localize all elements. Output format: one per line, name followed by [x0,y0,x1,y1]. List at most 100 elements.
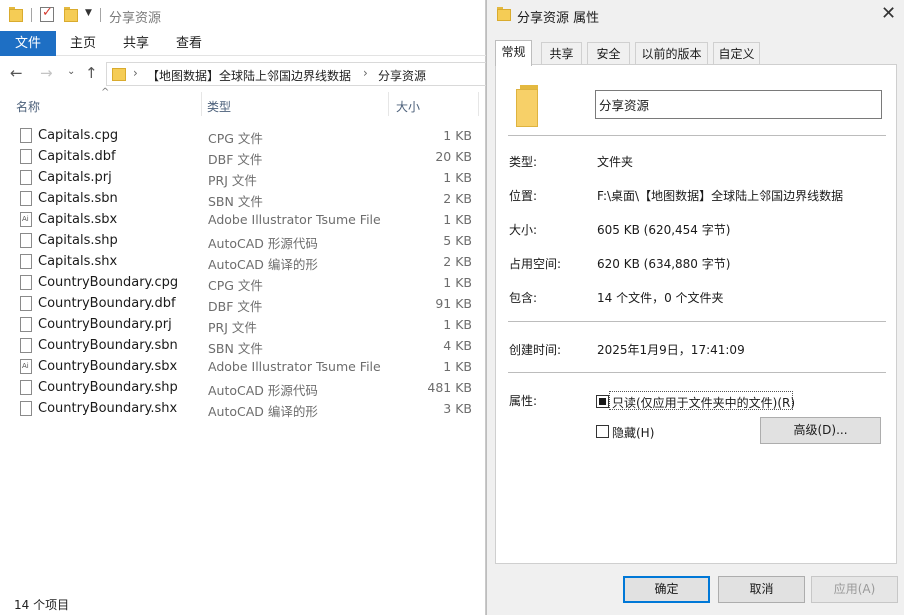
file-icon [20,338,32,353]
type-label: 类型: [509,155,538,169]
file-row[interactable]: Capitals.shx AutoCAD 编译的形 2 KB [0,251,486,272]
readonly-label[interactable]: 只读(仅应用于文件夹中的文件)(R) [612,394,795,411]
hidden-checkbox[interactable] [596,425,609,438]
file-size: 1 KB [443,212,472,227]
ok-button[interactable]: 确定 [623,576,710,603]
ribbon: 文件 主页 共享 查看 [0,31,486,56]
file-name[interactable]: Capitals.dbf [38,149,116,164]
file-type: AutoCAD 编译的形 [208,257,318,272]
file-row[interactable]: CountryBoundary.shx AutoCAD 编译的形 3 KB [0,398,486,419]
contains-value: 14 个文件，0 个文件夹 [597,291,724,305]
hidden-label[interactable]: 隐藏(H) [612,424,654,441]
ribbon-tab-view[interactable]: 查看 [176,31,202,56]
file-name[interactable]: CountryBoundary.shp [38,380,178,395]
file-size: 481 KB [427,380,472,395]
file-name[interactable]: Capitals.sbx [38,212,117,227]
tab-customize[interactable]: 自定义 [713,42,760,65]
illustrator-file-icon [20,212,32,227]
file-row[interactable]: Capitals.dbf DBF 文件 20 KB [0,146,486,167]
file-row[interactable]: CountryBoundary.sbx Adobe Illustrator Tsu… [0,356,486,377]
column-divider[interactable] [201,92,202,116]
file-name[interactable]: CountryBoundary.sbx [38,359,177,374]
address-bar[interactable]: › 【地图数据】全球陆上邻国边界线数据 › 分享资源 [106,62,486,86]
breadcrumb-chevron-icon[interactable]: › [133,66,138,80]
apply-button[interactable]: 应用(A) [811,576,898,603]
up-arrow-icon[interactable]: ↑ [85,64,98,82]
file-name[interactable]: Capitals.cpg [38,128,118,143]
file-size: 3 KB [443,401,472,416]
divider [508,372,886,373]
close-icon[interactable]: ✕ [881,3,896,24]
file-icon [20,149,32,164]
file-row[interactable]: Capitals.prj PRJ 文件 1 KB [0,167,486,188]
illustrator-file-icon [20,359,32,374]
toolbar-separator [31,8,32,22]
location-value: F:\桌面\【地图数据】全球陆上邻国边界线数据 [597,189,844,203]
forward-arrow-icon[interactable]: → [40,64,53,82]
file-row[interactable]: CountryBoundary.dbf DBF 文件 91 KB [0,293,486,314]
advanced-button[interactable]: 高级(D)... [760,417,881,444]
ribbon-tab-file[interactable]: 文件 [0,31,56,56]
file-type: Adobe Illustrator Tsume File [208,212,381,227]
file-size: 20 KB [435,149,472,164]
readonly-checkbox[interactable] [596,395,609,408]
breadcrumb-chevron-icon[interactable]: › [363,66,368,80]
ribbon-tab-home[interactable]: 主页 [70,31,96,56]
column-divider[interactable] [388,92,389,116]
file-name[interactable]: CountryBoundary.dbf [38,296,176,311]
tab-general[interactable]: 常规 [495,40,532,66]
file-row[interactable]: CountryBoundary.sbn SBN 文件 4 KB [0,335,486,356]
customize-toolbar-dropdown-icon[interactable]: ▼ [85,8,92,18]
type-value: 文件夹 [597,155,634,169]
file-row[interactable]: CountryBoundary.cpg CPG 文件 1 KB [0,272,486,293]
tab-sharing[interactable]: 共享 [541,42,582,65]
file-name[interactable]: CountryBoundary.prj [38,317,172,332]
column-header-size[interactable]: 大小 [396,98,420,115]
column-header-type[interactable]: 类型 [207,98,231,115]
file-type: AutoCAD 形源代码 [208,236,318,251]
file-size: 1 KB [443,275,472,290]
file-explorer-window: ✓ ▼ 分享资源 文件 主页 共享 查看 ← → ⌄ ↑ › 【地图数据】全球陆… [0,0,486,615]
file-name[interactable]: CountryBoundary.sbn [38,338,178,353]
column-header-name[interactable]: 名称 [16,98,40,115]
folder-icon [516,85,540,127]
file-row[interactable]: CountryBoundary.shp AutoCAD 形源代码 481 KB [0,377,486,398]
file-name[interactable]: Capitals.shp [38,233,118,248]
breadcrumb-segment-parent[interactable]: 【地图数据】全球陆上邻国边界线数据 [147,67,351,84]
file-name[interactable]: CountryBoundary.cpg [38,275,178,290]
tab-security[interactable]: 安全 [587,42,630,65]
file-row[interactable]: Capitals.sbn SBN 文件 2 KB [0,188,486,209]
folder-name-input[interactable]: 分享资源 [595,90,882,119]
folder-icon [497,7,511,21]
created-value: 2025年1月9日，17:41:09 [597,343,745,357]
back-arrow-icon[interactable]: ← [10,64,23,82]
file-row[interactable]: Capitals.cpg CPG 文件 1 KB [0,125,486,146]
sort-ascending-icon: ^ [101,87,110,98]
file-type: SBN 文件 [208,194,263,209]
file-name[interactable]: CountryBoundary.shx [38,401,177,416]
file-row[interactable]: CountryBoundary.prj PRJ 文件 1 KB [0,314,486,335]
file-row[interactable]: Capitals.shp AutoCAD 形源代码 5 KB [0,230,486,251]
file-icon [20,233,32,248]
toolbar-separator [100,8,101,22]
file-icon [20,317,32,332]
file-name[interactable]: Capitals.sbn [38,191,118,206]
file-name[interactable]: Capitals.shx [38,254,117,269]
file-name[interactable]: Capitals.prj [38,170,112,185]
cancel-button[interactable]: 取消 [718,576,805,603]
breadcrumb-segment-current[interactable]: 分享资源 [378,67,426,84]
file-size: 4 KB [443,338,472,353]
file-size: 1 KB [443,170,472,185]
recent-locations-chevron-icon[interactable]: ⌄ [67,66,75,77]
file-row[interactable]: Capitals.sbx Adobe Illustrator Tsume File… [0,209,486,230]
new-folder-icon[interactable] [64,7,78,22]
file-type: SBN 文件 [208,341,263,356]
divider [508,135,886,136]
column-divider[interactable] [478,92,479,116]
file-size: 2 KB [443,191,472,206]
explorer-titlebar: ✓ ▼ 分享资源 [0,0,486,31]
properties-check-icon[interactable]: ✓ [40,5,54,22]
tab-previous-versions[interactable]: 以前的版本 [635,42,708,65]
file-icon [20,296,32,311]
ribbon-tab-share[interactable]: 共享 [123,31,149,56]
